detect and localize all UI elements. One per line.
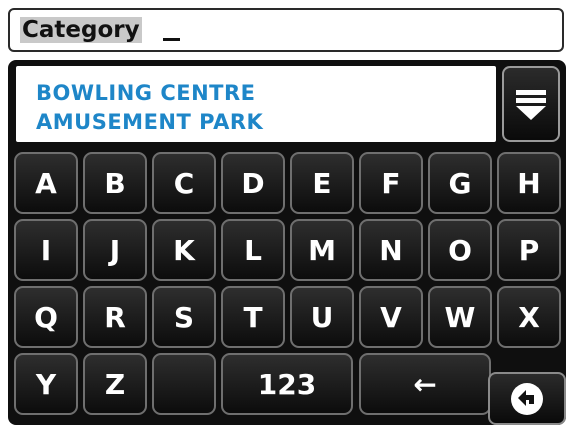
key-k[interactable]: K [152,219,216,281]
key-r[interactable]: R [83,286,147,348]
results-list: BOWLING CENTRE AMUSEMENT PARK [16,66,496,142]
category-input[interactable]: Category [8,8,564,52]
result-item-amusement-park[interactable]: AMUSEMENT PARK [36,110,263,134]
dropdown-arrow-icon [516,90,546,120]
key-t[interactable]: T [221,286,285,348]
key-l[interactable]: L [221,219,285,281]
key-n[interactable]: N [359,219,423,281]
key-y[interactable]: Y [14,353,78,415]
key-o[interactable]: O [428,219,492,281]
key-b[interactable]: B [83,152,147,214]
key-j[interactable]: J [83,219,147,281]
key-u[interactable]: U [290,286,354,348]
key-i[interactable]: I [14,219,78,281]
key-f[interactable]: F [359,152,423,214]
key-v[interactable]: V [359,286,423,348]
key-g[interactable]: G [428,152,492,214]
text-cursor [163,38,180,41]
numeric-mode-button[interactable]: 123 [221,353,353,415]
key-d[interactable]: D [221,152,285,214]
backspace-button[interactable]: ← [359,353,491,415]
category-label: Category [20,17,142,43]
key-z[interactable]: Z [83,353,147,415]
key-h[interactable]: H [497,152,561,214]
key-x[interactable]: X [497,286,561,348]
key-w[interactable]: W [428,286,492,348]
dropdown-button[interactable] [502,66,560,142]
key-e[interactable]: E [290,152,354,214]
key-q[interactable]: Q [14,286,78,348]
key-s[interactable]: S [152,286,216,348]
key-c[interactable]: C [152,152,216,214]
key-m[interactable]: M [290,219,354,281]
key-blank[interactable] [152,353,216,415]
key-a[interactable]: A [14,152,78,214]
back-arrow-icon [511,382,543,415]
result-item-bowling-centre[interactable]: BOWLING CENTRE [36,81,256,105]
back-button[interactable] [488,372,566,425]
key-p[interactable]: P [497,219,561,281]
